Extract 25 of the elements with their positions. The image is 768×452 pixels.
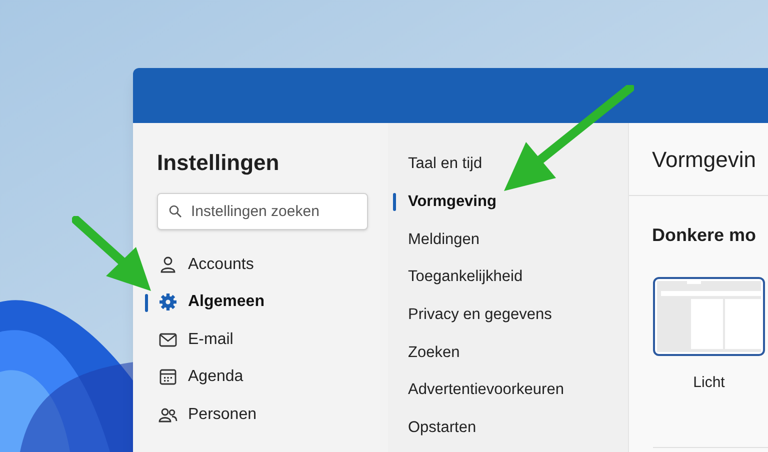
sidebar-item[interactable]: E-mail	[145, 321, 368, 358]
search-field[interactable]: Instellingen zoeken	[157, 193, 368, 230]
search-icon	[169, 205, 182, 218]
sidebar-item[interactable]: Algemeen	[145, 284, 368, 321]
selection-indicator	[145, 294, 148, 312]
sidebar-title: Instellingen	[157, 149, 280, 177]
sidebar-item[interactable]: Personen	[145, 396, 368, 434]
subnav-item[interactable]: Advertentievoorkeuren	[388, 371, 628, 409]
section-title: Donkere mo	[651, 224, 758, 247]
page-heading: Vormgevin	[652, 146, 757, 174]
theme-label: Licht	[693, 373, 725, 393]
sidebar-item[interactable]: Agenda	[145, 358, 368, 396]
theme-preview[interactable]	[653, 277, 765, 356]
calendar-icon	[158, 367, 178, 388]
person-icon	[158, 254, 178, 275]
settings-icon	[158, 292, 178, 312]
subnav-item[interactable]: Opstarten	[388, 408, 628, 446]
sidebar-item[interactable]: Accounts	[145, 246, 368, 284]
subnav-item[interactable]: Toegankelijkheid	[388, 258, 628, 296]
subnav-item[interactable]: Zoeken	[388, 333, 628, 372]
subnav-item[interactable]: Taal en tijd	[388, 145, 628, 183]
subnav-item[interactable]: Meldingen	[388, 220, 628, 258]
subnav-item[interactable]: Vormgeving	[388, 182, 628, 220]
selection-indicator	[393, 192, 396, 211]
subnav-item[interactable]: Privacy en gegevens	[388, 296, 628, 334]
